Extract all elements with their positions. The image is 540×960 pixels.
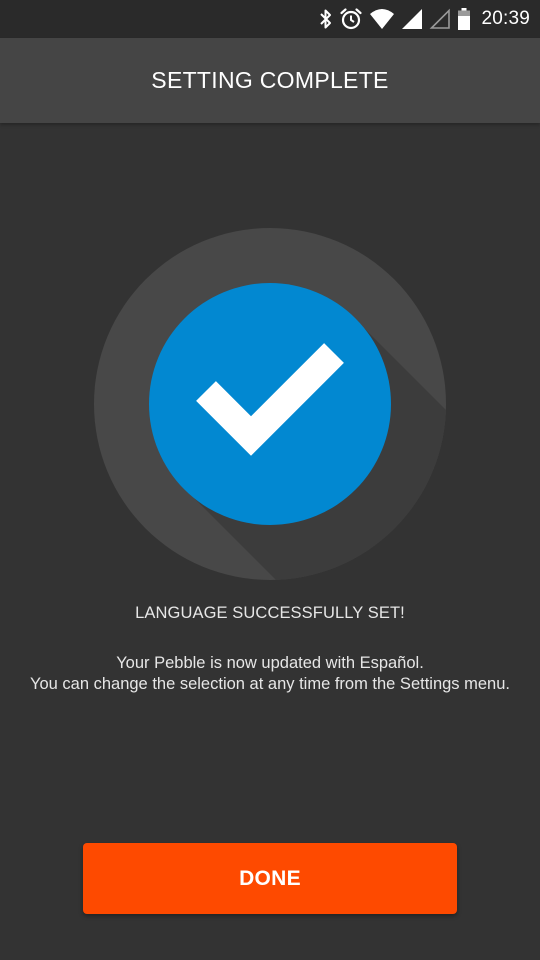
status-icons: 20:39 bbox=[319, 0, 530, 38]
status-bar: 20:39 bbox=[0, 0, 540, 38]
done-button[interactable]: DONE bbox=[83, 843, 457, 914]
message-line: You can change the selection at any time… bbox=[29, 675, 510, 693]
app-bar: SETTING COMPLETE bbox=[0, 38, 540, 123]
screen: 20:39 SETTING COMPLETE LANGUAGE SUCCESSF… bbox=[0, 0, 540, 960]
done-button-label: DONE bbox=[239, 866, 301, 890]
signal-icon bbox=[402, 9, 423, 29]
success-message-body: Your Pebble is now updated with Español.… bbox=[20, 653, 520, 695]
message-line: Your Pebble is now updated with Español. bbox=[116, 654, 424, 672]
wifi-icon bbox=[370, 9, 395, 29]
alarm-icon bbox=[340, 8, 363, 30]
bluetooth-icon bbox=[320, 9, 332, 29]
battery-icon bbox=[458, 8, 471, 30]
success-graphic bbox=[94, 228, 446, 580]
success-illustration bbox=[0, 210, 540, 600]
status-time: 20:39 bbox=[481, 8, 530, 29]
page-title: SETTING COMPLETE bbox=[151, 67, 389, 93]
signal-empty-icon bbox=[430, 8, 451, 29]
success-message-title: LANGUAGE SUCCESSFULLY SET! bbox=[135, 604, 405, 622]
